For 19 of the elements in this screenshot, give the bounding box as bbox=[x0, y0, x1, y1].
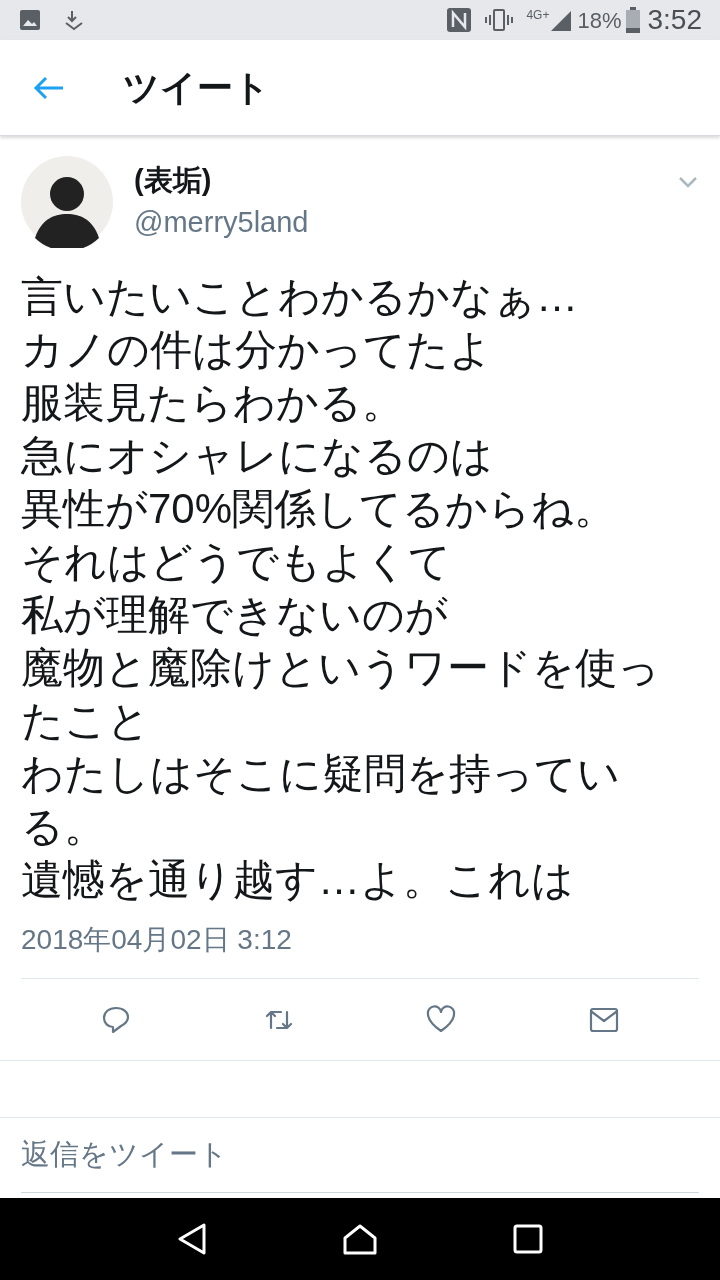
vibrate-icon bbox=[484, 7, 515, 33]
page-title: ツイート bbox=[123, 65, 270, 110]
image-icon bbox=[18, 8, 42, 32]
battery-percent: 18% bbox=[577, 6, 622, 35]
network-type: 4G+ bbox=[526, 7, 550, 24]
back-arrow-icon[interactable] bbox=[33, 75, 65, 100]
nfc-icon bbox=[446, 7, 473, 33]
back-icon[interactable] bbox=[177, 1223, 208, 1255]
avatar[interactable] bbox=[21, 156, 113, 248]
tweet-text: 言いたいことわかるかなぁ… カノの件は分かってたよ 服装見たらわかる。 急にオシャレになるのは 異性が70%関係してるからね。 それはどうでもよくて 私が理解できないのが 魔物と魔除けというワードを使ったこと わたしはそこに疑問を持っている。 遺憾を通り越す…よ。これは bbox=[20, 272, 661, 905]
home-icon[interactable] bbox=[342, 1223, 378, 1255]
username[interactable]: @merry5land bbox=[134, 200, 309, 244]
display-name[interactable]: (表垢) bbox=[134, 160, 309, 200]
signal-icon bbox=[549, 9, 572, 31]
timestamp: 2018年04月02日 3:12 bbox=[20, 923, 293, 957]
clock: 3:52 bbox=[647, 3, 702, 37]
recent-apps-icon[interactable] bbox=[512, 1224, 543, 1254]
battery-icon bbox=[625, 7, 640, 33]
reply-field[interactable]: 返信をツイート bbox=[21, 1133, 699, 1177]
